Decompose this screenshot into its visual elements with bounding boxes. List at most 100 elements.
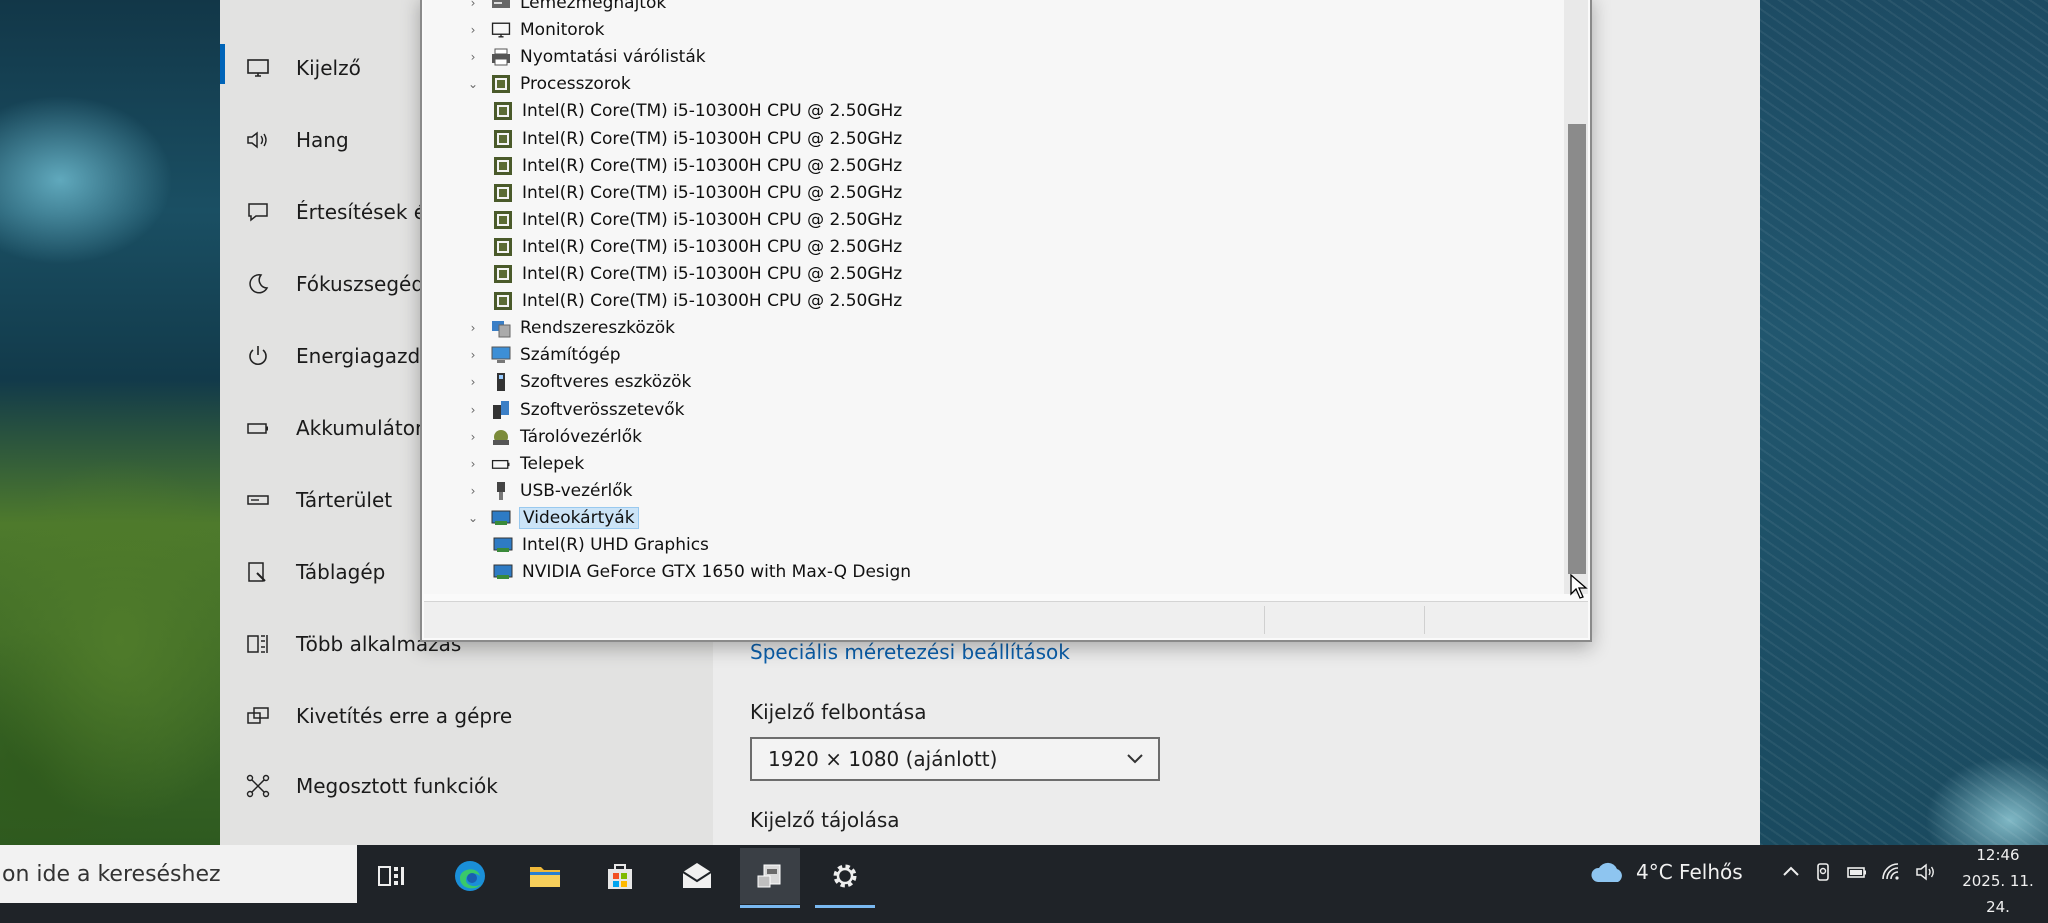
- battery-tray-button[interactable]: [1846, 852, 1868, 892]
- shared-experiences-icon: [242, 770, 274, 802]
- mail-button[interactable]: [667, 848, 727, 904]
- expand-chevron-icon[interactable]: ›: [464, 348, 482, 362]
- device-label: Lemezmeghajtók: [520, 0, 667, 13]
- vertical-scrollbar[interactable]: [1564, 0, 1588, 594]
- cpu-icon: [492, 128, 514, 150]
- settings-nav-item-10[interactable]: Kivetítés erre a gépre: [242, 692, 702, 740]
- device-manager-taskbar-button[interactable]: [740, 848, 800, 908]
- device-item[interactable]: Intel(R) Core(TM) i5-10300H CPU @ 2.50GH…: [492, 126, 902, 152]
- taskbar-clock[interactable]: 12:46 2025. 11. 24.: [1948, 842, 2048, 920]
- display-adapter-icon: [492, 534, 514, 556]
- collapse-chevron-icon[interactable]: ⌄: [464, 511, 482, 525]
- task-view-button[interactable]: [362, 848, 422, 904]
- device-item[interactable]: Intel(R) UHD Graphics: [492, 532, 709, 558]
- device-item[interactable]: Intel(R) Core(TM) i5-10300H CPU @ 2.50GH…: [492, 234, 902, 260]
- device-category[interactable]: › Monitorok: [464, 17, 605, 43]
- expand-chevron-icon[interactable]: ›: [464, 321, 482, 335]
- cpu-icon: [492, 100, 514, 122]
- weather-widget[interactable]: 4°C Felhős: [1590, 852, 1743, 892]
- device-label: Monitorok: [520, 20, 605, 41]
- cpu-icon: [492, 236, 514, 258]
- device-label: Intel(R) Core(TM) i5-10300H CPU @ 2.50GH…: [522, 291, 903, 312]
- settings-nav-item-11[interactable]: Megosztott funkciók: [242, 762, 702, 810]
- device-item[interactable]: NVIDIA GeForce GTX 1650 with Max-Q Desig…: [492, 559, 911, 585]
- desktop-wallpaper-right: [1760, 0, 2048, 845]
- device-category[interactable]: › Nyomtatási várólisták: [464, 44, 706, 70]
- phone-link-tray-button[interactable]: [1812, 852, 1834, 892]
- gear-icon: [833, 864, 857, 888]
- expand-chevron-icon[interactable]: ›: [464, 23, 482, 37]
- edge-browser-button[interactable]: [440, 848, 500, 904]
- speaker-icon: [242, 124, 274, 156]
- settings-nav-label: Fókuszsegéd: [296, 272, 425, 296]
- device-label: Intel(R) Core(TM) i5-10300H CPU @ 2.50GH…: [522, 155, 903, 176]
- taskbar-search-box[interactable]: on ide a kereséshez: [0, 845, 357, 903]
- device-item[interactable]: Intel(R) Core(TM) i5-10300H CPU @ 2.50GH…: [492, 261, 902, 287]
- speaker-icon: [1916, 863, 1934, 881]
- settings-nav-label: Táblagép: [296, 560, 386, 584]
- expand-chevron-icon[interactable]: ›: [464, 0, 482, 10]
- task-view-icon: [378, 866, 404, 886]
- device-category[interactable]: › Tárolóvezérlők: [464, 424, 642, 450]
- multitasking-icon: [242, 628, 274, 660]
- expand-chevron-icon[interactable]: ›: [464, 430, 482, 444]
- computer-icon: [490, 344, 512, 366]
- device-category[interactable]: › Szoftveres eszközök: [464, 369, 692, 395]
- battery-icon: [490, 453, 512, 475]
- expand-chevron-icon[interactable]: ›: [464, 403, 482, 417]
- show-hidden-icons-button[interactable]: [1780, 852, 1802, 892]
- device-category[interactable]: › Lemezmeghajtók: [464, 0, 666, 16]
- device-category[interactable]: › USB-vezérlők: [464, 478, 633, 504]
- volume-tray-button[interactable]: [1914, 852, 1936, 892]
- device-item[interactable]: Intel(R) Core(TM) i5-10300H CPU @ 2.50GH…: [492, 288, 902, 314]
- mouse-cursor-icon: [1570, 574, 1588, 599]
- cpu-icon: [490, 73, 512, 95]
- expand-chevron-icon[interactable]: ›: [464, 484, 482, 498]
- cpu-icon: [492, 209, 514, 231]
- moon-icon: [242, 268, 274, 300]
- resolution-label: Kijelző felbontása: [750, 700, 927, 724]
- edge-icon: [455, 861, 485, 891]
- cloud-icon: [1591, 862, 1622, 882]
- scrollbar-thumb[interactable]: [1568, 124, 1586, 574]
- wifi-tray-button[interactable]: [1880, 852, 1902, 892]
- device-label: Intel(R) Core(TM) i5-10300H CPU @ 2.50GH…: [522, 182, 903, 203]
- advanced-scaling-link[interactable]: Speciális méretezési beállítások: [750, 640, 1070, 664]
- expand-chevron-icon[interactable]: ›: [464, 50, 482, 64]
- settings-nav-label: Tárterület: [296, 488, 393, 512]
- device-item[interactable]: Intel(R) Core(TM) i5-10300H CPU @ 2.50GH…: [492, 98, 902, 124]
- collapse-chevron-icon[interactable]: ⌄: [464, 77, 482, 91]
- software-component-icon: [490, 399, 512, 421]
- device-manager-icon: [757, 864, 781, 888]
- device-item[interactable]: Intel(R) Core(TM) i5-10300H CPU @ 2.50GH…: [492, 207, 902, 233]
- device-label: Szoftveres eszközök: [520, 372, 692, 393]
- expand-chevron-icon[interactable]: ›: [464, 375, 482, 389]
- store-icon: [608, 864, 632, 889]
- device-label: Intel(R) Core(TM) i5-10300H CPU @ 2.50GH…: [522, 209, 903, 230]
- device-category[interactable]: ⌄ Videokártyák: [464, 505, 639, 531]
- device-label: Számítógép: [520, 345, 621, 366]
- device-category[interactable]: ⌄ Processzorok: [464, 71, 631, 97]
- clock-date: 2025. 11. 24.: [1962, 872, 2034, 916]
- device-category[interactable]: › Telepek: [464, 451, 585, 477]
- resolution-dropdown[interactable]: 1920 × 1080 (ajánlott): [750, 737, 1160, 781]
- device-item[interactable]: Intel(R) Core(TM) i5-10300H CPU @ 2.50GH…: [492, 153, 902, 179]
- expand-chevron-icon[interactable]: ›: [464, 457, 482, 471]
- settings-taskbar-button[interactable]: [815, 848, 875, 908]
- device-category[interactable]: › Számítógép: [464, 342, 621, 368]
- device-label: Intel(R) Core(TM) i5-10300H CPU @ 2.50GH…: [522, 101, 903, 122]
- device-category[interactable]: › Szoftverösszetevők: [464, 397, 685, 423]
- cpu-icon: [492, 182, 514, 204]
- settings-nav-label: Energiagazdá: [296, 344, 433, 368]
- file-explorer-button[interactable]: [515, 848, 575, 904]
- battery-icon: [242, 412, 274, 444]
- device-category[interactable]: › Rendszereszközök: [464, 315, 675, 341]
- settings-nav-label: Megosztott funkciók: [296, 774, 498, 798]
- settings-nav-label: Kivetítés erre a gépre: [296, 704, 513, 728]
- microsoft-store-button[interactable]: [590, 848, 650, 904]
- device-item[interactable]: Intel(R) Core(TM) i5-10300H CPU @ 2.50GH…: [492, 180, 902, 206]
- clock-time: 12:46: [1976, 846, 2020, 864]
- usb-icon: [490, 480, 512, 502]
- notification-icon: [242, 196, 274, 228]
- battery-icon: [1847, 867, 1866, 878]
